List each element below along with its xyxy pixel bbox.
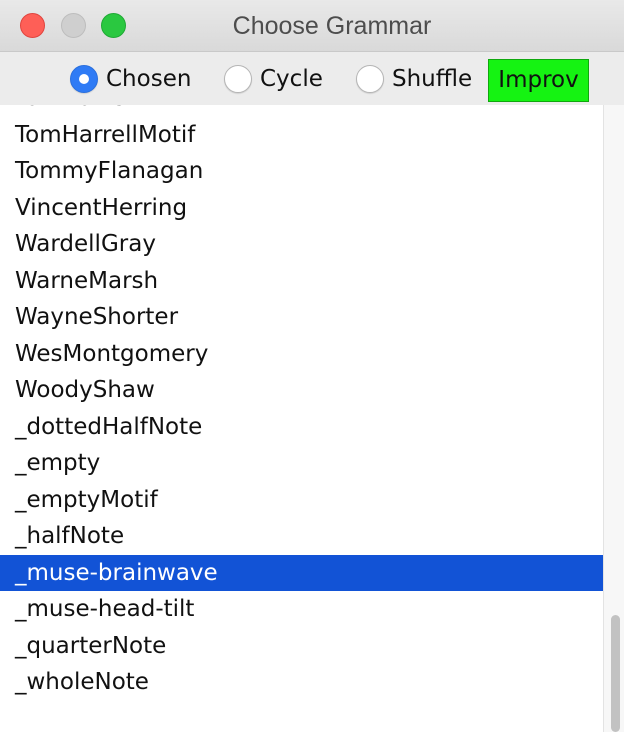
grammar-mode-toolbar: Chosen Cycle Shuffle Improv (0, 52, 624, 105)
list-item[interactable]: TomHarrellMotif (0, 117, 603, 154)
list-item[interactable]: _quarterNote (0, 628, 603, 665)
title-bar: Choose Grammar (0, 0, 624, 52)
improv-button[interactable]: Improv (488, 59, 589, 102)
radio-button-shuffle[interactable] (356, 64, 384, 93)
radio-label-cycle[interactable]: Cycle (260, 66, 323, 92)
list-item[interactable]: _dottedHalfNote (0, 409, 603, 446)
list-item[interactable]: _empty (0, 445, 603, 482)
radio-option-chosen[interactable]: Chosen (70, 52, 191, 105)
radio-button-cycle[interactable] (224, 64, 252, 93)
grammar-list-content: TomHarrell TomHarrellMotif TommyFlanagan… (0, 105, 603, 701)
list-item[interactable]: _muse-head-tilt (0, 591, 603, 628)
list-item[interactable]: WardellGray (0, 226, 603, 263)
list-item[interactable]: WarneMarsh (0, 263, 603, 300)
list-item[interactable]: _emptyMotif (0, 482, 603, 519)
list-item[interactable]: WayneShorter (0, 299, 603, 336)
radio-button-chosen[interactable] (70, 64, 98, 93)
window-title: Choose Grammar (232, 12, 432, 40)
radio-label-shuffle[interactable]: Shuffle (392, 66, 472, 92)
grammar-list[interactable]: TomHarrell TomHarrellMotif TommyFlanagan… (0, 105, 603, 732)
radio-option-shuffle[interactable]: Shuffle (356, 52, 472, 105)
vertical-scrollbar[interactable] (603, 105, 624, 732)
scrollbar-thumb[interactable] (611, 615, 620, 732)
list-item[interactable]: _halfNote (0, 518, 603, 555)
choose-grammar-window: Choose Grammar Chosen Cycle Shuffle Impr… (0, 0, 624, 732)
list-item[interactable]: WesMontgomery (0, 336, 603, 373)
list-item[interactable]: TomHarrell (0, 105, 603, 117)
radio-option-cycle[interactable]: Cycle (224, 52, 323, 105)
list-item-selected[interactable]: _muse-brainwave (0, 554, 603, 591)
list-item[interactable]: _wholeNote (0, 664, 603, 701)
list-item[interactable]: TommyFlanagan (0, 153, 603, 190)
radio-label-chosen[interactable]: Chosen (106, 66, 191, 92)
list-item[interactable]: WoodyShaw (0, 372, 603, 409)
list-item[interactable]: VincentHerring (0, 190, 603, 227)
